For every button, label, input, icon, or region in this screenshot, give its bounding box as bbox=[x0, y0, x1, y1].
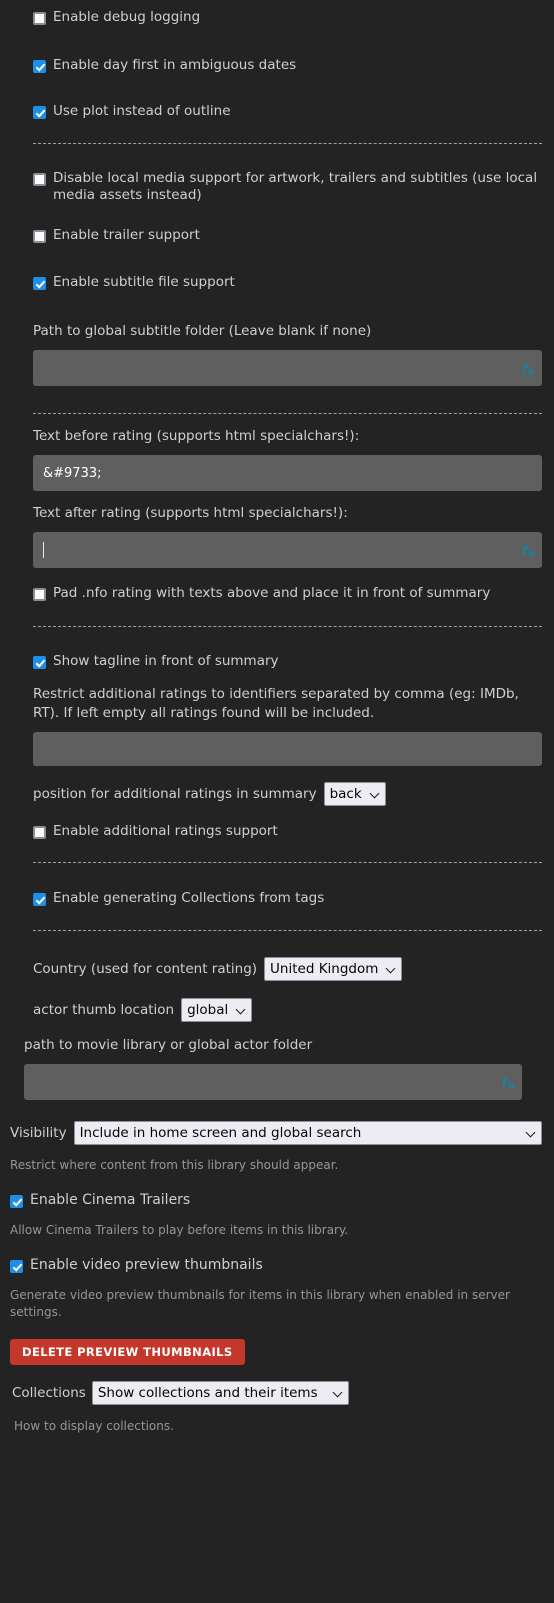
visibility-group: Visibility Include in home screen and gl… bbox=[0, 1121, 554, 1145]
video-preview-thumbnails-helper-text: Generate video preview thumbnails for it… bbox=[10, 1288, 510, 1319]
checkbox-label: Enable video preview thumbnails bbox=[30, 1257, 263, 1273]
additional-ratings-row[interactable]: Enable additional ratings support bbox=[0, 823, 554, 840]
section-divider bbox=[33, 413, 542, 414]
text-after-rating-input[interactable] bbox=[33, 532, 542, 568]
ratings-position-select-wrapper[interactable]: back bbox=[323, 782, 386, 806]
checkbox-disable-local-media[interactable] bbox=[33, 173, 46, 186]
actor-path-group: path to movie library or global actor fo… bbox=[0, 1036, 554, 1100]
checkbox-use-plot-instead-of-outline[interactable] bbox=[33, 106, 46, 119]
cinema-trailers-helper-text: Allow Cinema Trailers to play before ite… bbox=[10, 1223, 349, 1237]
checkbox-label: Enable debug logging bbox=[53, 9, 201, 25]
actor-path-label: path to movie library or global actor fo… bbox=[24, 1037, 313, 1053]
checkbox-label: Enable generating Collections from tags bbox=[53, 890, 325, 906]
checkbox-label: Disable local media support for artwork,… bbox=[53, 170, 538, 203]
text-before-rating-label: Text before rating (supports html specia… bbox=[33, 428, 360, 444]
country-select[interactable]: United Kingdom bbox=[264, 957, 403, 981]
actor-thumb-location-label: actor thumb location bbox=[33, 1001, 175, 1018]
debug-logging-row[interactable]: Enable debug logging bbox=[0, 9, 554, 26]
visibility-select[interactable]: Include in home screen and global search bbox=[73, 1121, 542, 1145]
checkbox-enable-debug-logging[interactable] bbox=[33, 12, 46, 25]
checkbox-enable-video-preview-thumbnails[interactable] bbox=[10, 1260, 23, 1273]
visibility-label: Visibility bbox=[10, 1124, 67, 1141]
checkbox-pad-nfo-rating[interactable] bbox=[33, 588, 46, 601]
text-before-rating-group: Text before rating (supports html specia… bbox=[0, 427, 554, 491]
text-cursor bbox=[43, 542, 44, 558]
checkbox-enable-additional-ratings[interactable] bbox=[33, 826, 46, 839]
actor-path-input[interactable] bbox=[24, 1064, 522, 1100]
subtitle-folder-field-group: Path to global subtitle folder (Leave bl… bbox=[0, 322, 554, 386]
checkbox-show-tagline[interactable] bbox=[33, 656, 46, 669]
subtitle-file-support-row[interactable]: Enable subtitle file support bbox=[0, 274, 554, 291]
text-before-rating-value: &#9733; bbox=[43, 465, 102, 481]
checkbox-label: Enable Cinema Trailers bbox=[30, 1192, 191, 1208]
checkbox-label: Enable day first in ambiguous dates bbox=[53, 57, 297, 73]
subtitle-folder-input[interactable] bbox=[33, 350, 542, 386]
actor-thumb-location-select-wrapper[interactable]: global bbox=[181, 998, 253, 1022]
checkbox-enable-day-first[interactable] bbox=[33, 60, 46, 73]
ime-indicator-icon bbox=[523, 362, 534, 375]
checkbox-label: Use plot instead of outline bbox=[53, 103, 231, 119]
settings-page: Enable debug logging Enable day first in… bbox=[0, 0, 554, 1455]
cinema-trailers-row[interactable]: Enable Cinema Trailers bbox=[0, 1192, 554, 1209]
visibility-select-wrapper[interactable]: Include in home screen and global search bbox=[73, 1121, 542, 1145]
collections-label: Collections bbox=[12, 1384, 86, 1401]
ratings-position-group: position for additional ratings in summa… bbox=[0, 782, 554, 806]
collections-helper-text: How to display collections. bbox=[14, 1419, 174, 1433]
ime-indicator-icon bbox=[523, 544, 534, 557]
checkbox-label: Show tagline in front of summary bbox=[53, 653, 279, 669]
collections-select-wrapper[interactable]: Show collections and their items bbox=[91, 1381, 349, 1405]
visibility-helper-text: Restrict where content from this library… bbox=[10, 1158, 339, 1172]
actor-thumb-location-group: actor thumb location global bbox=[0, 998, 554, 1022]
day-first-row[interactable]: Enable day first in ambiguous dates bbox=[0, 57, 554, 74]
ratings-position-label: position for additional ratings in summa… bbox=[33, 785, 317, 802]
checkbox-label: Pad .nfo rating with texts above and pla… bbox=[53, 585, 491, 601]
checkbox-label: Enable trailer support bbox=[53, 227, 200, 243]
checkbox-enable-subtitle-file-support[interactable] bbox=[33, 277, 46, 290]
use-plot-row[interactable]: Use plot instead of outline bbox=[0, 103, 554, 120]
section-divider bbox=[33, 143, 542, 144]
checkbox-enable-cinema-trailers[interactable] bbox=[10, 1195, 23, 1208]
trailer-support-row[interactable]: Enable trailer support bbox=[0, 227, 554, 244]
ime-indicator-icon bbox=[503, 1076, 514, 1089]
restrict-ratings-input[interactable] bbox=[33, 732, 542, 766]
pad-nfo-row[interactable]: Pad .nfo rating with texts above and pla… bbox=[0, 585, 554, 602]
section-divider bbox=[33, 930, 542, 931]
actor-thumb-location-select[interactable]: global bbox=[181, 998, 253, 1022]
collections-group: Collections Show collections and their i… bbox=[0, 1381, 554, 1405]
checkbox-enable-collections-from-tags[interactable] bbox=[33, 893, 46, 906]
country-label: Country (used for content rating) bbox=[33, 960, 258, 977]
disable-local-media-row[interactable]: Disable local media support for artwork,… bbox=[0, 170, 554, 204]
collections-select[interactable]: Show collections and their items bbox=[91, 1381, 349, 1405]
section-divider bbox=[33, 862, 542, 863]
section-divider bbox=[33, 626, 542, 627]
delete-preview-thumbnails-wrapper: DELETE PREVIEW THUMBNAILS bbox=[0, 1339, 554, 1365]
collections-from-tags-row[interactable]: Enable generating Collections from tags bbox=[0, 890, 554, 907]
text-after-rating-group: Text after rating (supports html special… bbox=[0, 504, 554, 568]
show-tagline-row[interactable]: Show tagline in front of summary bbox=[0, 653, 554, 670]
restrict-ratings-group: Restrict additional ratings to identifie… bbox=[0, 685, 554, 766]
checkbox-enable-trailer-support[interactable] bbox=[33, 230, 46, 243]
restrict-ratings-label: Restrict additional ratings to identifie… bbox=[33, 686, 519, 721]
country-group: Country (used for content rating) United… bbox=[0, 957, 554, 981]
video-preview-thumbnails-row[interactable]: Enable video preview thumbnails bbox=[0, 1257, 554, 1274]
subtitle-folder-label: Path to global subtitle folder (Leave bl… bbox=[33, 323, 372, 339]
text-after-rating-label: Text after rating (supports html special… bbox=[33, 505, 348, 521]
checkbox-label: Enable subtitle file support bbox=[53, 274, 235, 290]
ratings-position-select[interactable]: back bbox=[323, 782, 386, 806]
country-select-wrapper[interactable]: United Kingdom bbox=[264, 957, 403, 981]
checkbox-label: Enable additional ratings support bbox=[53, 823, 278, 839]
delete-preview-thumbnails-button[interactable]: DELETE PREVIEW THUMBNAILS bbox=[10, 1339, 245, 1365]
text-before-rating-input[interactable]: &#9733; bbox=[33, 455, 542, 491]
